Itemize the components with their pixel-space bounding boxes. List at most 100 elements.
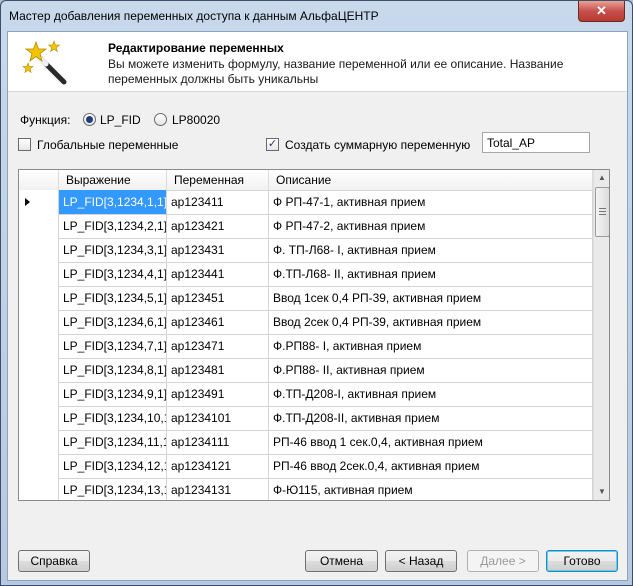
magic-wand-icon [22, 40, 67, 85]
cell-variable[interactable]: ap123461 [167, 310, 269, 334]
cell-expression[interactable]: LP_FID[3,1234,8,1] [59, 358, 167, 382]
cell-expression[interactable]: LP_FID[3,1234,7,1] [59, 334, 167, 358]
page-title: Редактирование переменных [108, 41, 284, 55]
checkmark-icon: ✓ [267, 138, 278, 150]
cell-description[interactable]: Ф. ТП-Л68- I, активная прием [269, 238, 593, 262]
row-header[interactable] [19, 310, 59, 334]
row-header[interactable] [19, 358, 59, 382]
column-header-expression[interactable]: Выражение [59, 170, 167, 190]
cell-variable[interactable]: ap123421 [167, 214, 269, 238]
row-header[interactable] [19, 214, 59, 238]
cell-description[interactable]: Ф РП-47-1, активная прием [269, 190, 593, 214]
global-vars-label[interactable]: Глобальные переменные [37, 138, 178, 152]
cell-expression[interactable]: LP_FID[3,1234,9,1] [59, 382, 167, 406]
cell-description[interactable]: Ф РП-47-2, активная прием [269, 214, 593, 238]
summary-var-checkbox[interactable]: ✓ [266, 138, 279, 151]
radio-lp80020[interactable] [154, 113, 167, 126]
cell-description[interactable]: Ввод 1сек 0,4 РП-39, активная прием [269, 286, 593, 310]
cell-variable[interactable]: ap123431 [167, 238, 269, 262]
table-row[interactable]: LP_FID[3,1234,10,1] ap1234101 Ф.ТП-Д208-II… [19, 406, 593, 431]
cell-expression[interactable]: LP_FID[3,1234,10,1] [59, 406, 167, 430]
row-header[interactable] [19, 286, 59, 310]
table-row[interactable]: LP_FID[3,1234,5,1] ap123451 Ввод 1сек 0,4 … [19, 286, 593, 311]
row-header[interactable] [19, 190, 59, 214]
cell-expression[interactable]: LP_FID[3,1234,4,1] [59, 262, 167, 286]
cell-expression[interactable]: LP_FID[3,1234,5,1] [59, 286, 167, 310]
table-row[interactable]: LP_FID[3,1234,3,1] ap123431 Ф. ТП-Л68- I, … [19, 238, 593, 263]
cell-variable[interactable]: ap1234131 [167, 478, 269, 500]
table-row[interactable]: LP_FID[3,1234,1,1] ap123411 Ф РП-47-1, акт… [19, 190, 593, 215]
cell-expression[interactable]: LP_FID[3,1234,1,1] [59, 190, 167, 214]
column-header-variable[interactable]: Переменная [167, 170, 269, 190]
cell-description[interactable]: РП-46 ввод 1 сек.0,4, активная прием [269, 430, 593, 454]
back-button[interactable]: < Назад [385, 550, 457, 572]
table-row[interactable]: LP_FID[3,1234,13,1] ap1234131 Ф-Ю115, акти… [19, 478, 593, 500]
cell-variable[interactable]: ap123481 [167, 358, 269, 382]
cell-description[interactable]: Ф.ТП-Л68- II, активная прием [269, 262, 593, 286]
cell-expression[interactable]: LP_FID[3,1234,11,1] [59, 430, 167, 454]
grid-header: Выражение Переменная Описание [19, 170, 593, 191]
table-row[interactable]: LP_FID[3,1234,6,1] ap123461 Ввод 2сек 0,4 … [19, 310, 593, 335]
global-vars-checkbox[interactable] [18, 138, 31, 151]
cell-expression[interactable]: LP_FID[3,1234,3,1] [59, 238, 167, 262]
cell-variable[interactable]: ap123491 [167, 382, 269, 406]
window-title: Мастер добавления переменных доступа к д… [9, 9, 379, 23]
row-header[interactable] [19, 406, 59, 430]
wizard-window: Мастер добавления переменных доступа к д… [0, 0, 633, 586]
title-bar[interactable]: Мастер добавления переменных доступа к д… [1, 1, 632, 31]
table-row[interactable]: LP_FID[3,1234,2,1] ap123421 Ф РП-47-2, акт… [19, 214, 593, 239]
table-row[interactable]: LP_FID[3,1234,11,1] ap1234111 РП-46 ввод 1… [19, 430, 593, 455]
radio-lp-fid[interactable] [83, 113, 96, 126]
cell-expression[interactable]: LP_FID[3,1234,6,1] [59, 310, 167, 334]
row-header[interactable] [19, 238, 59, 262]
cell-description[interactable]: Ввод 2сек 0,4 РП-39, активная прием [269, 310, 593, 334]
variables-grid[interactable]: Выражение Переменная Описание LP_FID[3,1… [18, 169, 610, 501]
cell-variable[interactable]: ap123411 [167, 190, 269, 214]
finish-button[interactable]: Готово [546, 550, 618, 572]
radio-lp80020-label[interactable]: LP80020 [172, 113, 220, 127]
cell-variable[interactable]: ap1234121 [167, 454, 269, 478]
cell-description[interactable]: Ф.РП88- I, активная прием [269, 334, 593, 358]
cell-description[interactable]: Ф-Ю115, активная прием [269, 478, 593, 500]
row-header[interactable] [19, 454, 59, 478]
cell-expression[interactable]: LP_FID[3,1234,2,1] [59, 214, 167, 238]
cell-variable[interactable]: ap123451 [167, 286, 269, 310]
cell-description[interactable]: РП-46 ввод 2сек.0,4, активная прием [269, 454, 593, 478]
summary-var-label[interactable]: Создать суммарную переменную [285, 138, 470, 152]
cell-description[interactable]: Ф.ТП-Д208-I, активная прием [269, 382, 593, 406]
cancel-button[interactable]: Отмена [305, 550, 378, 572]
function-label: Функция: [20, 113, 71, 127]
scroll-up-icon[interactable]: ▲ [595, 170, 609, 185]
cell-variable[interactable]: ap1234111 [167, 430, 269, 454]
cell-expression[interactable]: LP_FID[3,1234,13,1] [59, 478, 167, 500]
row-header[interactable] [19, 478, 59, 500]
cell-variable[interactable]: ap123441 [167, 262, 269, 286]
page-description: Вы можете изменить формулу, название пер… [108, 57, 564, 86]
summary-var-name-input[interactable] [482, 132, 590, 153]
row-header[interactable] [19, 430, 59, 454]
scroll-down-icon[interactable]: ▼ [595, 484, 609, 499]
radio-lp-fid-label[interactable]: LP_FID [100, 113, 141, 127]
help-button[interactable]: Справка [18, 550, 90, 572]
next-button[interactable]: Далее > [467, 550, 539, 572]
current-row-arrow-icon [25, 198, 30, 206]
row-header[interactable] [19, 334, 59, 358]
table-row[interactable]: LP_FID[3,1234,4,1] ap123441 Ф.ТП-Л68- II, … [19, 262, 593, 287]
cell-expression[interactable]: LP_FID[3,1234,12,1] [59, 454, 167, 478]
row-header[interactable] [19, 262, 59, 286]
row-header-corner [19, 170, 59, 190]
vertical-scrollbar[interactable]: ▲ ▼ [593, 170, 609, 500]
cell-variable[interactable]: ap1234101 [167, 406, 269, 430]
close-button[interactable]: ✕ [578, 1, 625, 22]
table-row[interactable]: LP_FID[3,1234,12,1] ap1234121 РП-46 ввод 2… [19, 454, 593, 479]
column-header-description[interactable]: Описание [269, 170, 593, 190]
wizard-client-area: Редактирование переменных Вы можете изме… [7, 31, 628, 581]
cell-variable[interactable]: ap123471 [167, 334, 269, 358]
scroll-thumb[interactable] [595, 187, 609, 237]
table-row[interactable]: LP_FID[3,1234,8,1] ap123481 Ф.РП88- II, ак… [19, 358, 593, 383]
cell-description[interactable]: Ф.РП88- II, активная прием [269, 358, 593, 382]
table-row[interactable]: LP_FID[3,1234,7,1] ap123471 Ф.РП88- I, акт… [19, 334, 593, 359]
table-row[interactable]: LP_FID[3,1234,9,1] ap123491 Ф.ТП-Д208-I, а… [19, 382, 593, 407]
row-header[interactable] [19, 382, 59, 406]
cell-description[interactable]: Ф.ТП-Д208-II, активная прием [269, 406, 593, 430]
